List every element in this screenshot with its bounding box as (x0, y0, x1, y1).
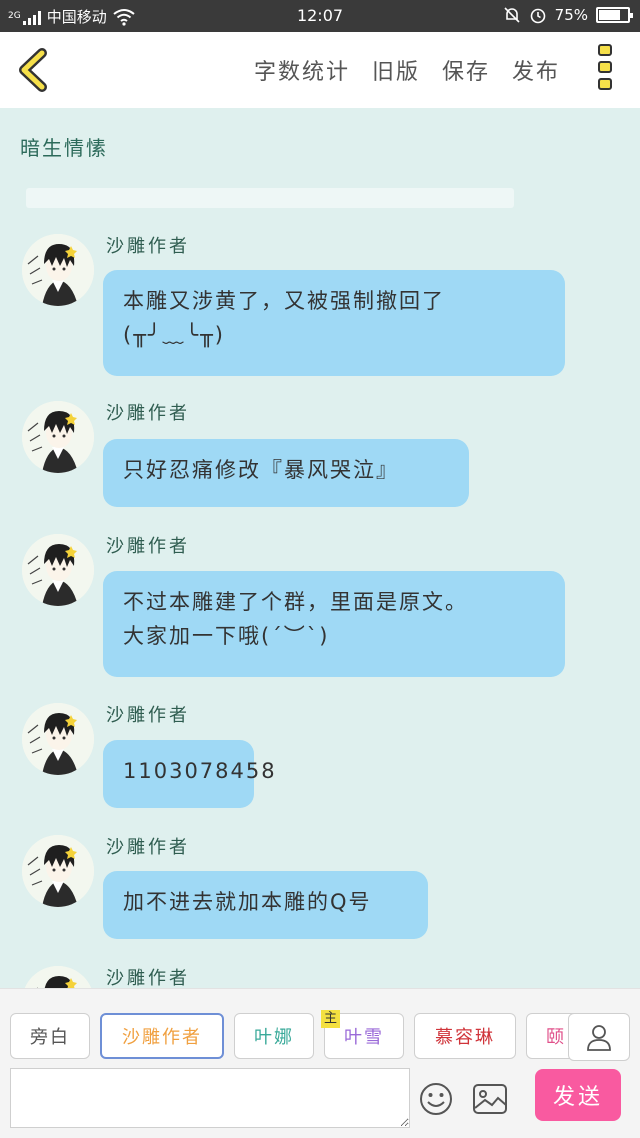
message-text-line: 加不进去就加本雕的Q号 (123, 890, 372, 914)
alarm-icon (530, 8, 545, 24)
toolbar-actions: 字数统计 旧版 保存 发布 (254, 54, 560, 86)
author-name: 沙雕作者 (106, 705, 190, 726)
author-name: 沙雕作者 (106, 536, 190, 557)
character-name: 颐 (546, 1027, 566, 1048)
author-name: 沙雕作者 (106, 236, 190, 257)
character-name: 慕容琳 (435, 1027, 495, 1048)
character-chip[interactable]: 叶娜 (234, 1013, 314, 1059)
message-text-line: 只好忍痛修改『暴风哭泣』 (123, 458, 399, 482)
battery-fill (599, 10, 620, 20)
battery-icon (596, 7, 633, 23)
message-text-line: 不过本雕建了个群，里面是原文。 (123, 590, 468, 614)
old-version-button[interactable]: 旧版 (372, 54, 420, 86)
message-text-line: 本雕又涉黄了，又被强制撤回了 (123, 289, 445, 313)
character-name: 旁白 (30, 1027, 70, 1048)
composer-panel: 旁白 沙雕作者 叶娜 主叶雪 慕容琳 颐 发送 (0, 988, 640, 1138)
message-bubble[interactable]: 只好忍痛修改『暴风哭泣』 (103, 439, 469, 507)
editor-toolbar: 字数统计 旧版 保存 发布 (0, 32, 640, 108)
story-header: 暗生情愫 (0, 108, 640, 184)
avatar[interactable] (22, 534, 94, 606)
author-name: 沙雕作者 (106, 837, 190, 858)
avatar-illustration (22, 835, 94, 907)
battery-percent: 75% (554, 6, 588, 24)
image-icon[interactable] (472, 1083, 508, 1115)
avatar-illustration (22, 234, 94, 306)
status-bar: 2G 中国移动 12:07 75% (0, 0, 640, 32)
character-chip[interactable]: 旁白 (10, 1013, 90, 1059)
status-right: 75% (503, 6, 633, 24)
character-name: 叶娜 (254, 1027, 294, 1048)
avatar-illustration (22, 401, 94, 473)
author-name: 沙雕作者 (106, 968, 190, 989)
message-input[interactable] (10, 1068, 410, 1128)
message-text-line: (╥╯﹏╰╥) (123, 323, 225, 347)
avatar[interactable] (22, 401, 94, 473)
message-bubble[interactable]: 加不进去就加本雕的Q号 (103, 871, 428, 939)
avatar[interactable] (22, 703, 94, 775)
main-character-tag: 主 (321, 1010, 341, 1028)
message-bubble[interactable]: 本雕又涉黄了，又被强制撤回了 (╥╯﹏╰╥) (103, 270, 565, 376)
character-name: 叶雪 (344, 1027, 384, 1048)
mute-bell-icon (504, 7, 520, 23)
save-button[interactable]: 保存 (442, 54, 490, 86)
message-text-line: 大家加一下哦(´︶`) (123, 624, 330, 648)
character-selector: 旁白 沙雕作者 叶娜 主叶雪 慕容琳 颐 (10, 1010, 586, 1059)
word-count-button[interactable]: 字数统计 (254, 54, 350, 86)
message-bubble[interactable]: 1103078458 (103, 740, 277, 808)
story-title: 暗生情愫 (20, 136, 108, 160)
avatar[interactable] (22, 835, 94, 907)
author-name: 沙雕作者 (106, 403, 190, 424)
avatar-illustration (22, 534, 94, 606)
send-button[interactable]: 发送 (535, 1069, 621, 1121)
avatar-illustration (22, 703, 94, 775)
character-chip[interactable]: 主叶雪 (321, 1010, 404, 1059)
message-text-line: 1103078458 (123, 759, 277, 783)
person-icon (587, 1025, 611, 1051)
character-chip[interactable]: 沙雕作者 (100, 1013, 224, 1059)
emoji-icon[interactable] (418, 1081, 454, 1117)
character-name: 沙雕作者 (122, 1027, 202, 1048)
add-character-button[interactable] (568, 1013, 630, 1061)
more-menu-icon[interactable] (598, 44, 616, 96)
publish-button[interactable]: 发布 (512, 54, 560, 86)
message-bubble[interactable]: 不过本雕建了个群，里面是原文。 大家加一下哦(´︶`) (103, 571, 565, 677)
character-chip[interactable]: 慕容琳 (414, 1013, 516, 1059)
chapter-bar (26, 188, 514, 208)
back-chevron-icon[interactable] (14, 48, 54, 92)
avatar[interactable] (22, 234, 94, 306)
